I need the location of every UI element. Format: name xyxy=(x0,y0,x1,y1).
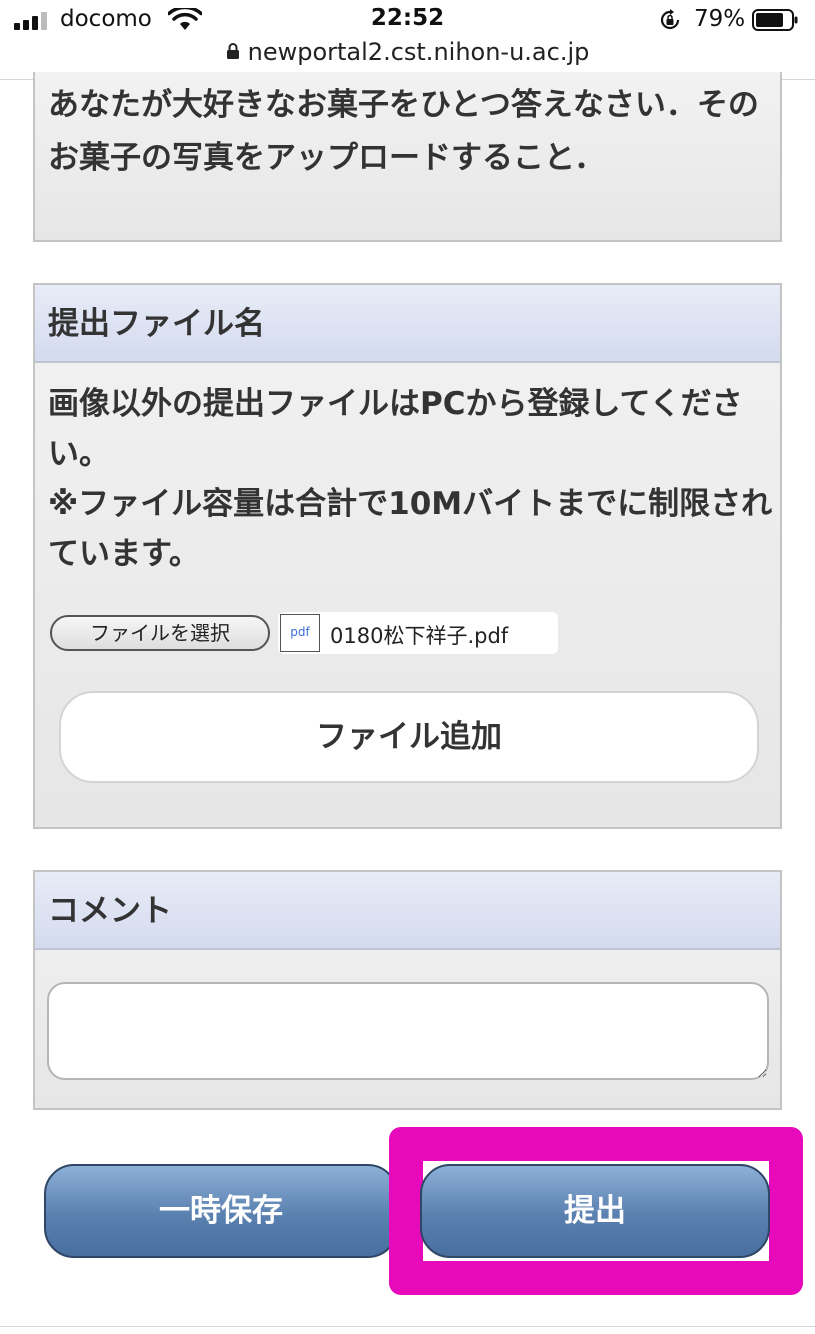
rotation-lock-icon xyxy=(660,9,680,30)
choose-file-button[interactable]: ファイルを選択 xyxy=(50,615,270,651)
divider xyxy=(0,1326,815,1327)
selected-file-name: 0180松下祥子.pdf xyxy=(330,624,509,648)
file-section-header: 提出ファイル名 xyxy=(35,285,780,363)
comment-input[interactable] xyxy=(47,982,769,1080)
selected-file: pdf 0180松下祥子.pdf xyxy=(278,612,558,654)
file-note-line2: ※ファイル容量は合計で10Mバイトまでに制限されています。 xyxy=(48,486,773,572)
status-bar: docomo 22:52 79% xyxy=(0,0,815,40)
save-draft-button[interactable]: 一時保存 xyxy=(44,1164,398,1258)
comment-panel: コメント xyxy=(33,870,782,1110)
page-url: newportal2.cst.nihon-u.ac.jp xyxy=(247,38,590,66)
file-upload-note: 画像以外の提出ファイルはPCから登録してください。 ※ファイル容量は合計で10M… xyxy=(48,379,773,579)
pdf-file-icon: pdf xyxy=(280,614,320,652)
file-upload-panel: 提出ファイル名 画像以外の提出ファイルはPCから登録してください。 ※ファイル容… xyxy=(33,283,782,829)
status-time: 22:52 xyxy=(370,5,445,31)
comment-section-header: コメント xyxy=(35,872,780,950)
question-text: あなたが大好きなお菓子をひとつ答えなさい．そのお菓子の写真をアップロードすること… xyxy=(48,87,759,176)
question-panel: あなたが大好きなお菓子をひとつ答えなさい．そのお菓子の写真をアップロードすること… xyxy=(33,72,782,242)
file-note-line1: 画像以外の提出ファイルはPCから登録してください。 xyxy=(48,386,743,472)
file-input-row: ファイルを選択 pdf 0180松下祥子.pdf xyxy=(48,612,558,654)
submit-button[interactable]: 提出 xyxy=(420,1164,770,1258)
add-file-button[interactable]: ファイル追加 xyxy=(59,691,759,783)
lock-icon xyxy=(226,43,239,59)
battery-icon xyxy=(752,9,798,31)
battery-percentage: 79% xyxy=(694,6,746,32)
